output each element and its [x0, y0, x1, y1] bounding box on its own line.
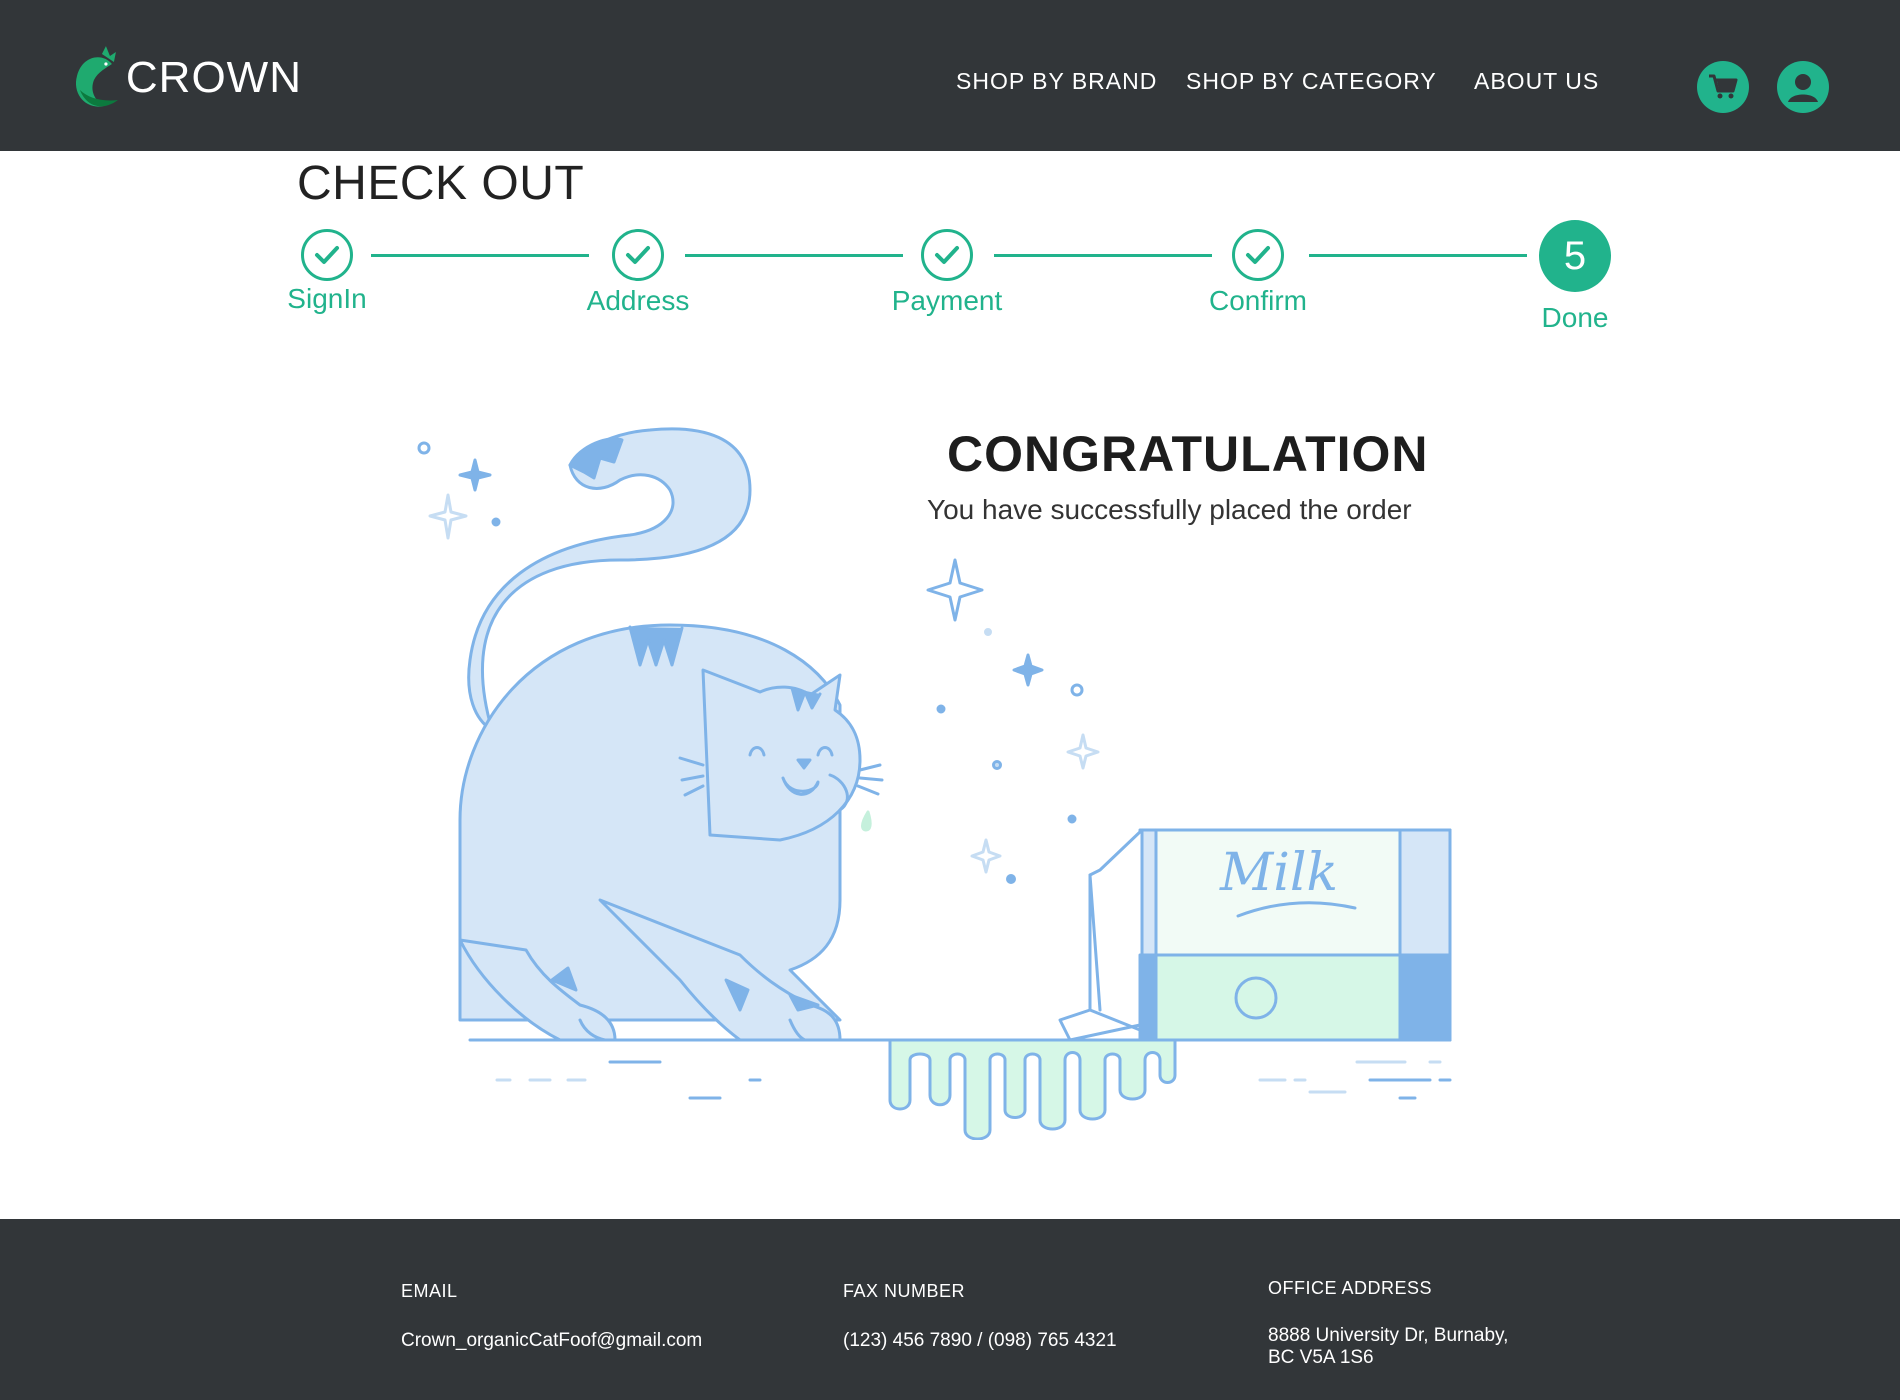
step-label: Address	[586, 285, 690, 316]
congrats-title: CONGRATULATION	[947, 426, 1429, 482]
checkmark-icon	[935, 246, 959, 264]
step-complete-indicator	[612, 229, 664, 281]
footer-address: OFFICE ADDRESS 8888 University Dr, Burna…	[1268, 1278, 1508, 1369]
address-label: OFFICE ADDRESS	[1268, 1278, 1433, 1298]
brand-name: CROWN	[125, 53, 302, 102]
cat-milk-illustration: Milk	[417, 427, 1452, 1140]
email-value[interactable]: Crown_organicCatFoof@gmail.com	[401, 1330, 702, 1352]
brand-logo[interactable]: CROWN	[72, 44, 302, 118]
step-done: 5 Done	[1525, 220, 1625, 334]
step-label: Done	[1541, 302, 1609, 333]
step-complete-indicator	[301, 229, 353, 281]
step-complete-indicator	[1232, 229, 1284, 281]
step-current-indicator: 5	[1539, 220, 1611, 292]
step-connector	[685, 254, 903, 257]
address-line-1: 8888 University Dr, Burnaby,	[1268, 1325, 1509, 1346]
cart-icon	[1709, 74, 1738, 99]
step-address: Address	[578, 229, 698, 317]
footer: EMAIL Crown_organicCatFoof@gmail.com FAX…	[0, 1219, 1900, 1400]
congrats-subtitle: You have successfully placed the order	[927, 494, 1412, 525]
checkmark-icon	[626, 246, 650, 264]
cart-button[interactable]	[1697, 61, 1749, 113]
step-complete-indicator	[921, 229, 973, 281]
footer-fax: FAX NUMBER (123) 456 7890 / (098) 765 43…	[843, 1281, 1117, 1352]
nav-shop-by-brand[interactable]: SHOP BY BRAND	[956, 68, 1157, 95]
nav-about-us[interactable]: ABOUT US	[1474, 68, 1599, 95]
step-confirm: Confirm	[1188, 229, 1328, 317]
address-line-2: BC V5A 1S6	[1268, 1347, 1374, 1368]
step-label: Payment	[891, 285, 1003, 316]
step-label: Confirm	[1208, 285, 1307, 316]
step-payment: Payment	[877, 229, 1017, 317]
step-connector	[371, 254, 589, 257]
step-label: SignIn	[287, 283, 367, 314]
user-icon	[1788, 74, 1818, 102]
fax-label: FAX NUMBER	[843, 1281, 966, 1301]
page-title: CHECK OUT	[297, 157, 585, 210]
step-connector	[1309, 254, 1527, 257]
email-label: EMAIL	[401, 1281, 458, 1301]
checkmark-icon	[315, 246, 339, 264]
nav-shop-by-category[interactable]: SHOP BY CATEGORY	[1186, 68, 1437, 95]
milk-label: Milk	[1219, 843, 1338, 903]
fax-value: (123) 456 7890 / (098) 765 4321	[843, 1330, 1117, 1351]
top-nav-bar: CROWN SHOP BY BRAND SHOP BY CATEGORY ABO…	[0, 0, 1900, 151]
leaf-cat-logo-icon	[75, 46, 118, 107]
checkmark-icon	[1246, 246, 1270, 264]
footer-email: EMAIL Crown_organicCatFoof@gmail.com	[401, 1281, 702, 1352]
step-signin: SignIn	[277, 229, 377, 315]
step-connector	[994, 254, 1212, 257]
account-button[interactable]	[1777, 61, 1829, 113]
